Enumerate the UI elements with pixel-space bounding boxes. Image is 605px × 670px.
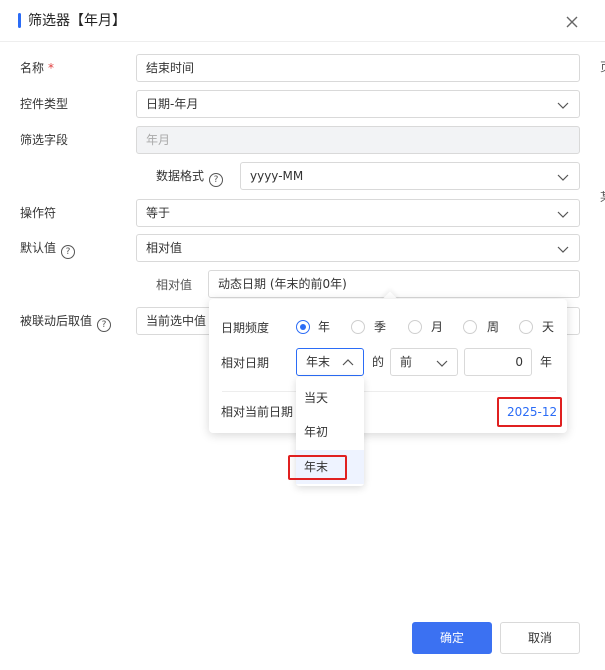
chevron-down-icon: [557, 102, 569, 109]
operator-value: 等于: [146, 206, 171, 220]
title-accent-bar: [18, 13, 21, 28]
default-value-value: 相对值: [146, 241, 183, 255]
confirm-button[interactable]: 确定: [412, 622, 492, 654]
data-format-label: 数据格式?: [156, 168, 224, 187]
linked-value-label: 被联动后取值?: [20, 313, 112, 332]
option-highlight-box: [288, 455, 347, 480]
default-value-label: 默认值?: [20, 240, 76, 259]
relative-value-input[interactable]: 动态日期 (年末的前0年): [208, 270, 580, 298]
name-label: 名称 *: [20, 61, 55, 75]
chevron-down-icon: [557, 211, 569, 218]
of-text: 的: [372, 355, 385, 369]
frequency-option-month: 月: [431, 320, 444, 334]
name-input[interactable]: 结束时间: [136, 54, 580, 82]
filter-field-label: 筛选字段: [20, 133, 69, 147]
data-format-select[interactable]: yyyy-MM: [240, 162, 580, 190]
result-value: 2025-12: [507, 405, 558, 419]
frequency-radio-month[interactable]: [408, 320, 422, 334]
popover-divider: [222, 391, 556, 392]
close-icon[interactable]: [562, 12, 582, 32]
frequency-label: 日期频度: [221, 321, 270, 335]
frequency-radio-year[interactable]: [296, 320, 310, 334]
relative-value-label: 相对值: [156, 278, 193, 292]
chevron-up-icon: [342, 359, 354, 366]
frequency-radio-day[interactable]: [519, 320, 533, 334]
background-clipped-text: 页: [600, 60, 605, 74]
unit-text: 年: [540, 355, 553, 369]
dropdown-option-year-start[interactable]: 年初: [296, 416, 364, 448]
offset-input[interactable]: 0: [464, 348, 532, 376]
direction-value: 前: [400, 355, 413, 369]
dropdown-option-today[interactable]: 当天: [296, 382, 364, 414]
relative-date-label: 相对日期: [221, 356, 270, 370]
frequency-option-year: 年: [318, 320, 331, 334]
control-type-label: 控件类型: [20, 97, 69, 111]
help-icon[interactable]: ?: [61, 245, 76, 259]
chevron-down-icon: [557, 246, 569, 253]
data-format-value: yyyy-MM: [250, 169, 304, 183]
required-mark: *: [48, 61, 55, 75]
control-type-select[interactable]: 日期-年月: [136, 90, 580, 118]
frequency-option-week: 周: [487, 320, 500, 334]
control-type-value: 日期-年月: [146, 97, 199, 111]
frequency-option-day: 天: [542, 320, 555, 334]
operator-label: 操作符: [20, 206, 57, 220]
help-icon[interactable]: ?: [97, 318, 112, 332]
direction-select[interactable]: 前: [390, 348, 458, 376]
default-value-select[interactable]: 相对值: [136, 234, 580, 262]
anchor-select[interactable]: 年末: [296, 348, 364, 376]
frequency-radio-quarter[interactable]: [351, 320, 365, 334]
help-icon[interactable]: ?: [209, 173, 224, 187]
frequency-radio-week[interactable]: [463, 320, 477, 334]
dialog-title: 筛选器【年月】: [28, 13, 126, 29]
operator-select[interactable]: 等于: [136, 199, 580, 227]
anchor-value: 年末: [306, 355, 331, 369]
chevron-down-icon: [436, 360, 448, 367]
background-clipped-text: 某: [600, 190, 605, 204]
relative-current-label: 相对当前日期: [221, 405, 294, 419]
chevron-down-icon: [557, 174, 569, 181]
filter-field-input[interactable]: 年月: [136, 126, 580, 154]
frequency-option-quarter: 季: [374, 320, 387, 334]
cancel-button[interactable]: 取消: [500, 622, 580, 654]
